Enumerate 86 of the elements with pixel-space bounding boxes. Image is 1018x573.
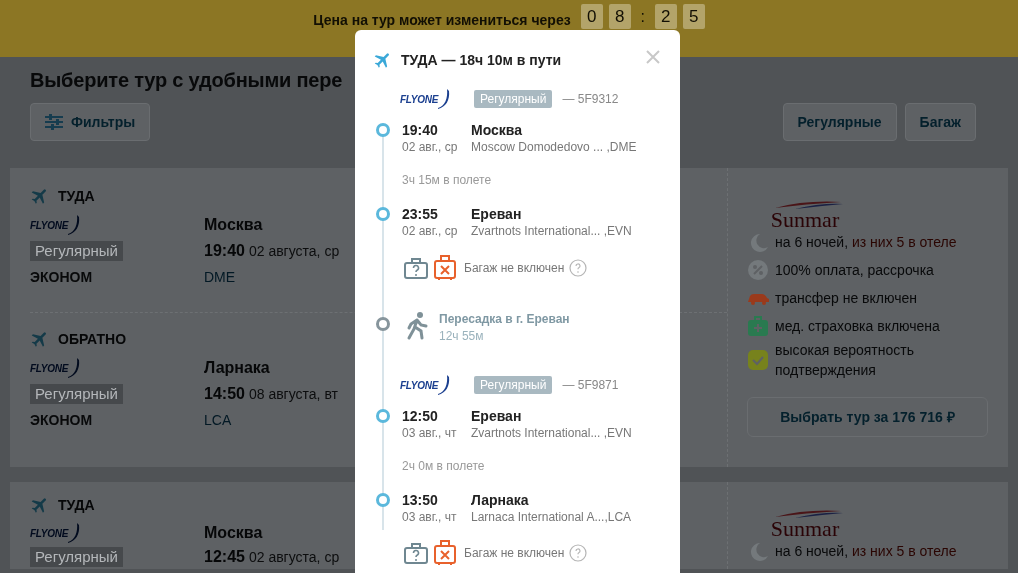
timer-digit: 0 — [580, 4, 603, 29]
close-icon[interactable] — [646, 50, 660, 64]
city-name: Ларнака — [204, 358, 270, 378]
dialog-title: ТУДА — 18ч 10м в пути — [401, 50, 562, 70]
departure-date: 02 августа, ср — [248, 547, 340, 567]
feature-text: на 6 ночей, из них 5 в отеле — [775, 233, 958, 252]
airline-logo: FLYONE — [30, 522, 80, 544]
transfer-duration: 12ч 55м — [439, 328, 485, 345]
hand-luggage-icon — [404, 542, 428, 564]
feature-text: мед. страховка включена — [775, 317, 941, 336]
check-icon — [747, 349, 769, 371]
time-label: 19:40 — [402, 121, 439, 139]
filter-icon — [45, 114, 63, 130]
city-name: Москва — [204, 215, 263, 235]
flight-number: — 5F9312 — [562, 91, 619, 108]
percent-icon — [747, 259, 769, 281]
feature-text: 100% оплата, рассрочка — [775, 261, 935, 280]
page-title: Выберите тур с удобными пере — [30, 68, 344, 93]
filters-button[interactable]: Фильтры — [30, 103, 151, 141]
timer-separator: : — [639, 7, 646, 27]
city-name: Ереван — [471, 407, 523, 425]
time-label: 12:50 — [402, 407, 439, 425]
baggage-status: Багаж не включен — [464, 545, 565, 562]
help-icon — [569, 259, 588, 277]
flight-type-badge: Регулярный — [30, 384, 123, 404]
airline-logo: FLYONE — [30, 214, 80, 236]
date-label: 03 авг., чт — [402, 509, 458, 525]
flight-number: — 5F9871 — [562, 377, 619, 394]
city-name: Москва — [471, 121, 524, 139]
airport-code[interactable]: DME — [204, 266, 236, 288]
transfer-label: Пересадка в г. Ереван — [439, 311, 570, 328]
hand-luggage-icon — [404, 257, 428, 279]
suitcase-crossed-icon — [434, 540, 456, 566]
city-name: Ереван — [471, 205, 523, 223]
flight-type-badge: Регулярный — [30, 547, 123, 567]
flight-type-badge: Регулярный — [474, 376, 553, 394]
timeline-dot — [376, 409, 390, 423]
feature-text: трансфер не включен — [775, 289, 918, 308]
operator-logo: Sunmar — [765, 509, 845, 539]
departure-time: 14:50 — [204, 384, 245, 404]
filter-chip[interactable]: Багаж — [904, 103, 976, 141]
timer-label: Цена на тур может измениться через — [313, 12, 571, 28]
flight-type-badge: Регулярный — [474, 90, 553, 108]
departure-date: 02 августа, ср — [248, 241, 340, 261]
airport-name: Moscow Domodedovo ... ,DME — [471, 139, 637, 155]
flight-duration: 2ч 0м в полете — [402, 458, 485, 475]
date-label: 02 авг., ср — [402, 223, 459, 239]
direction-label: ТУДА — [58, 495, 95, 515]
timer-digit: 2 — [654, 4, 677, 29]
timeline-dot — [376, 207, 390, 221]
cabin-class: ЭКОНОМ — [30, 410, 93, 430]
date-label: 02 авг., ср — [402, 139, 459, 155]
airport-code[interactable]: LCA — [204, 409, 232, 431]
select-tour-button[interactable]: Выбрать тур за 176 716 ₽ — [747, 397, 988, 437]
timeline-dot — [376, 123, 390, 137]
airport-name: Zvartnots International... ,EVN — [471, 223, 632, 239]
direction-label: ОБРАТНО — [58, 329, 127, 349]
airport-name: Larnaca International A...,LCA — [471, 509, 632, 525]
baggage-status: Багаж не включен — [464, 260, 565, 277]
city-name: Москва — [204, 523, 263, 543]
departure-date: 08 августа, вт — [248, 384, 338, 404]
airport-name: Zvartnots International... ,EVN — [471, 425, 632, 441]
feature-text: на 6 ночей, из них 5 в отеле — [775, 542, 958, 561]
flight-duration: 3ч 15м в полете — [402, 172, 492, 189]
timeline-dot — [376, 317, 390, 331]
airline-logo: FLYONE — [400, 374, 474, 396]
feature-text: высокая вероятность подтверждения — [775, 341, 915, 380]
date-label: 03 авг., чт — [402, 425, 458, 441]
help-icon — [569, 544, 588, 562]
airline-logo: FLYONE — [400, 88, 474, 110]
timer-digit: 8 — [608, 4, 631, 29]
filter-chip[interactable]: Регулярные — [782, 103, 897, 141]
timeline-dot — [376, 493, 390, 507]
airline-logo: FLYONE — [30, 357, 80, 379]
cabin-class: ЭКОНОМ — [30, 267, 93, 287]
timer-digit: 5 — [682, 4, 705, 29]
time-label: 13:50 — [402, 491, 439, 509]
medkit-icon — [747, 315, 769, 337]
time-label: 23:55 — [402, 205, 439, 223]
flight-type-badge: Регулярный — [30, 241, 123, 261]
departure-time: 12:45 — [204, 547, 245, 567]
departure-time: 19:40 — [204, 241, 245, 261]
operator-logo: Sunmar — [765, 200, 845, 230]
direction-label: ТУДА — [58, 186, 95, 206]
suitcase-crossed-icon — [434, 255, 456, 281]
city-name: Ларнака — [471, 491, 530, 509]
